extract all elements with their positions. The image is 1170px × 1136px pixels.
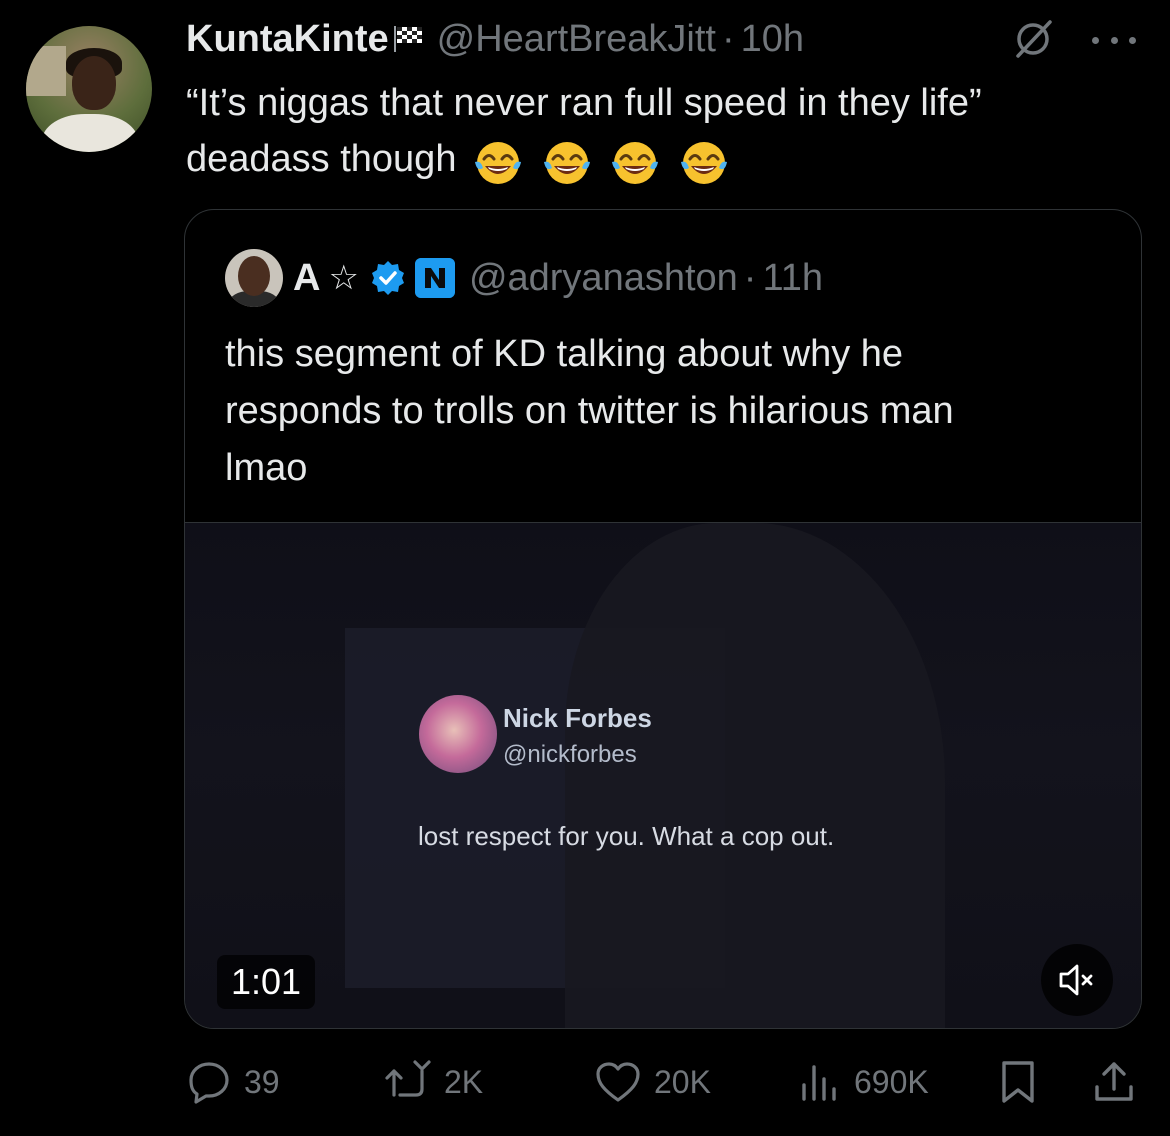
video-person-silhouette — [565, 523, 945, 1028]
like-button[interactable]: 20K — [594, 1052, 711, 1112]
quoted-tweet-header: A ☆ @adryanashton · 11h — [225, 248, 823, 308]
star-icon: ☆ — [328, 259, 359, 297]
speaker-muted-icon — [1059, 964, 1093, 996]
quoted-tweet-text: this segment of KD talking about why he … — [225, 326, 1125, 497]
share-button[interactable] — [1092, 1052, 1148, 1112]
more-dot — [1110, 36, 1118, 44]
views-button[interactable]: 690K — [798, 1052, 929, 1112]
verified-badge-icon — [371, 261, 404, 295]
reply-count: 39 — [244, 1063, 280, 1100]
repost-count: 2K — [444, 1063, 484, 1100]
avatar-face — [238, 256, 270, 296]
affiliate-logo-icon — [414, 258, 455, 298]
quoted-author-handle[interactable]: @adryanashton — [469, 257, 738, 300]
share-icon — [1095, 1062, 1133, 1101]
video-overlay-avatar — [419, 695, 497, 773]
more-options-icon[interactable] — [1092, 20, 1136, 60]
avatar-face — [72, 56, 116, 110]
tweet-header: KuntaKinte @HeartBreakJitt · 10h — [186, 14, 804, 64]
views-chart-icon — [802, 1065, 836, 1101]
heart-icon — [596, 1062, 640, 1102]
avatar-shirt — [42, 114, 138, 152]
grok-icon[interactable] — [1012, 18, 1054, 60]
like-count: 20K — [654, 1063, 711, 1100]
face-with-tears-of-joy-icon — [612, 141, 659, 184]
author-avatar[interactable] — [26, 26, 152, 152]
video-overlay-name: Nick Forbes — [503, 703, 652, 733]
reply-button[interactable]: 39 — [186, 1052, 280, 1112]
views-count: 690K — [854, 1063, 929, 1100]
more-dot — [1092, 36, 1099, 44]
author-name[interactable]: KuntaKinte — [186, 18, 389, 61]
separator-dot: · — [743, 256, 757, 299]
checkered-flag-icon — [393, 26, 422, 52]
tweet-text-line-with-emojis: deadass though — [186, 131, 1146, 189]
quoted-tweet-time[interactable]: 11h — [762, 257, 823, 300]
video-duration: 1:01 — [217, 955, 316, 1009]
mute-button[interactable] — [1041, 944, 1113, 1016]
tweet-text-fragment: deadass though — [186, 138, 457, 180]
quoted-author-avatar[interactable] — [225, 249, 283, 307]
face-with-tears-of-joy-icon — [680, 141, 727, 184]
face-with-tears-of-joy-icon — [475, 141, 522, 184]
video-overlay-text: lost respect for you. What a cop out. — [418, 821, 835, 851]
face-with-tears-of-joy-icon — [543, 141, 590, 184]
separator-dot: · — [721, 17, 735, 60]
tweet-time[interactable]: 10h — [741, 18, 804, 61]
quoted-text-line: responds to trolls on twitter is hilario… — [225, 390, 954, 432]
bookmark-icon — [1002, 1061, 1034, 1103]
video-overlay-handle: @nickforbes — [503, 741, 637, 768]
video-player[interactable]: Nick Forbes @nickforbes lost respect for… — [185, 522, 1141, 1028]
tweet-action-bar: 39 2K 20K 690K — [186, 1052, 1146, 1112]
bookmark-button[interactable] — [998, 1052, 1050, 1112]
more-dot — [1129, 36, 1136, 44]
author-handle[interactable]: @HeartBreakJitt — [437, 18, 716, 61]
quoted-tweet-card[interactable]: A ☆ @adryanashton · 11h this segment of … — [184, 209, 1142, 1029]
repost-button[interactable]: 2K — [384, 1052, 483, 1112]
quoted-text-line: this segment of KD talking about why he — [225, 333, 904, 375]
quoted-text-line: lmao — [225, 447, 308, 489]
repost-icon — [385, 1060, 431, 1097]
quoted-author-name[interactable]: A — [293, 257, 320, 300]
tweet-text: “It’s niggas that never ran full speed i… — [186, 75, 1146, 189]
reply-icon — [189, 1062, 229, 1104]
avatar-background — [26, 46, 66, 96]
tweet-text-line: “It’s niggas that never ran full speed i… — [186, 82, 982, 124]
emoji-row — [473, 133, 737, 189]
